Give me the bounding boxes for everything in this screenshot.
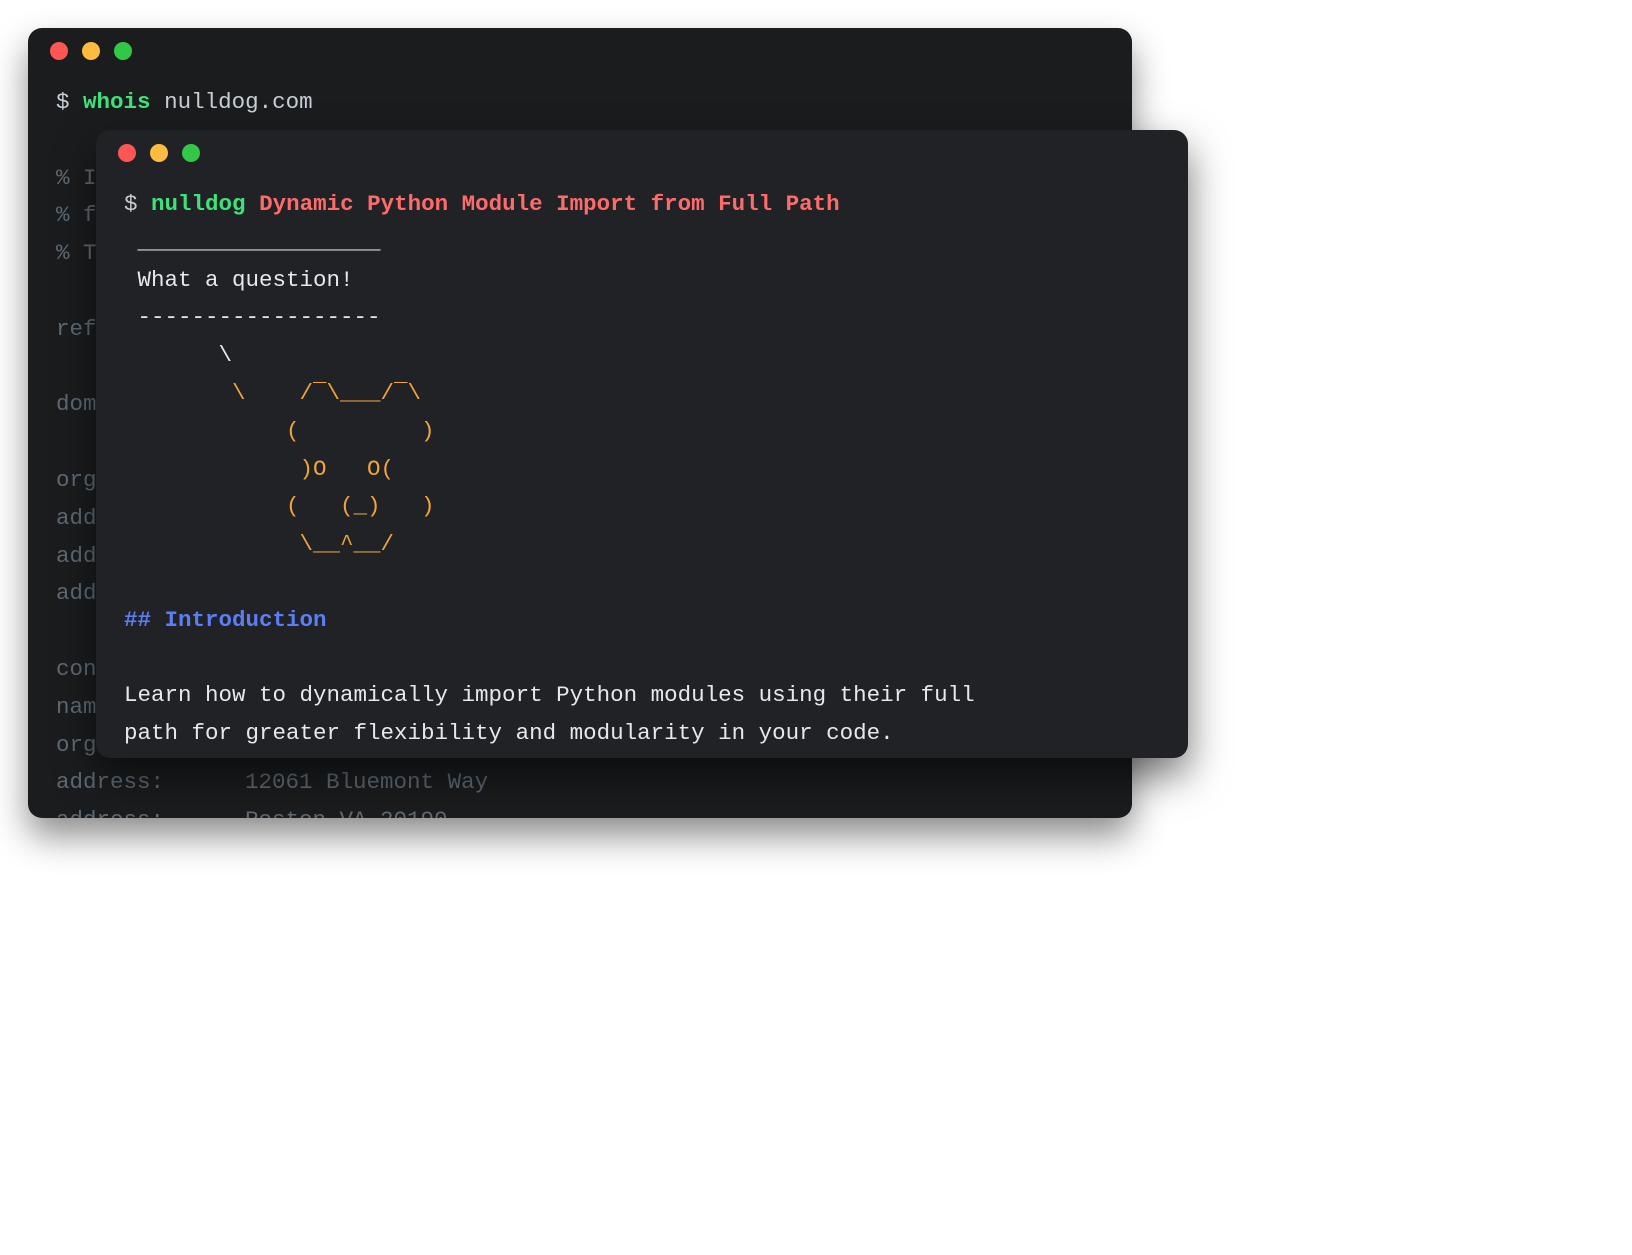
terminal-window-front: $ nulldog Dynamic Python Module Import f… bbox=[96, 130, 1188, 758]
dog-icon: \__^__/ bbox=[124, 531, 394, 557]
window-controls bbox=[96, 130, 1188, 176]
command-arg: nulldog.com bbox=[164, 89, 313, 115]
dog-icon: ( (_) ) bbox=[124, 493, 435, 519]
command: nulldog bbox=[151, 191, 246, 217]
maximize-icon[interactable] bbox=[182, 144, 200, 162]
speech-bubble-border: ------------------ bbox=[124, 304, 394, 330]
dog-icon: ( ) bbox=[124, 418, 435, 444]
minimize-icon[interactable] bbox=[82, 42, 100, 60]
section-heading: ## Introduction bbox=[124, 607, 327, 633]
ascii-art-tail: \ /‾\___/‾\ bbox=[124, 380, 421, 406]
close-icon[interactable] bbox=[118, 144, 136, 162]
prompt-symbol: $ bbox=[124, 191, 138, 217]
output-line: address: 12061 Bluemont Way bbox=[56, 769, 488, 795]
maximize-icon[interactable] bbox=[114, 42, 132, 60]
command: whois bbox=[83, 89, 151, 115]
terminal-front-body: $ nulldog Dynamic Python Module Import f… bbox=[96, 176, 1188, 758]
speech-bubble-border: __________________ bbox=[124, 229, 394, 255]
dog-icon: )O O( bbox=[124, 456, 394, 482]
intro-paragraph: Learn how to dynamically import Python m… bbox=[124, 682, 975, 746]
close-icon[interactable] bbox=[50, 42, 68, 60]
prompt-symbol: $ bbox=[56, 89, 70, 115]
command-title: Dynamic Python Module Import from Full P… bbox=[259, 191, 840, 217]
minimize-icon[interactable] bbox=[150, 144, 168, 162]
output-line: address: Reston VA 20190 bbox=[56, 807, 448, 818]
ascii-art-tail: \ bbox=[124, 342, 232, 368]
window-controls bbox=[28, 28, 1132, 74]
speech-bubble-text: What a question! bbox=[124, 267, 367, 293]
